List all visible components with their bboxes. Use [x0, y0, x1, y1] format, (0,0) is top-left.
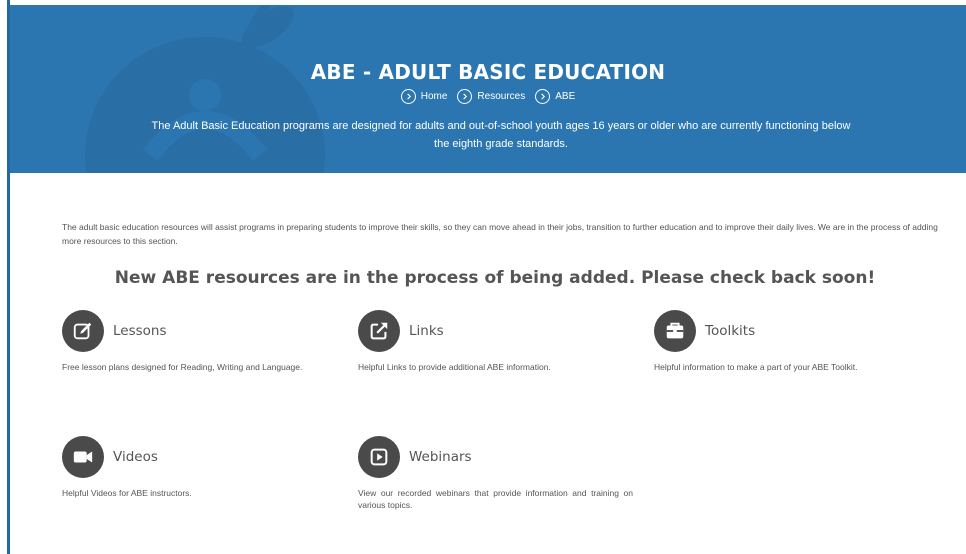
page-description: The Adult Basic Education programs are d… [151, 120, 851, 150]
edit-icon [62, 310, 104, 352]
video-camera-icon [62, 436, 104, 478]
chevron-right-circle-icon [400, 89, 416, 104]
card-title: Webinars [409, 449, 472, 465]
page-header-banner: ABE - ADULT BASIC EDUCATION Home Resourc… [10, 5, 966, 173]
card-title: Links [409, 323, 444, 339]
breadcrumb-label: ABE [555, 91, 576, 102]
toolkits-link[interactable]: Toolkits [654, 310, 929, 352]
resource-card-toolkits: Toolkits Helpful information to make a p… [654, 310, 929, 373]
breadcrumb: Home Resources ABE [10, 89, 966, 104]
breadcrumb-label: Home [420, 91, 448, 102]
resource-card-links: Links Helpful Links to provide additiona… [358, 310, 633, 373]
external-link-icon [358, 310, 400, 352]
resource-card-lessons: Lessons Free lesson plans designed for R… [62, 310, 337, 373]
resource-card-videos: Videos Helpful Videos for ABE instructor… [62, 436, 337, 499]
links-link[interactable]: Links [358, 310, 633, 352]
intro-text: The adult basic education resources will… [62, 222, 938, 246]
play-square-icon [358, 436, 400, 478]
card-description: Helpful Videos for ABE instructors. [62, 488, 192, 498]
card-description: Helpful information to make a part of yo… [654, 362, 858, 372]
page-title: ABE - ADULT BASIC EDUCATION [310, 60, 666, 84]
breadcrumb-resources[interactable]: Resources [457, 89, 525, 104]
resource-card-webinars: Webinars View our recorded webinars that… [358, 436, 633, 511]
card-title: Toolkits [705, 323, 756, 339]
card-title: Lessons [113, 323, 167, 339]
card-description: View our recorded webinars that provide … [358, 488, 633, 510]
card-description: Helpful Links to provide additional ABE … [358, 362, 551, 372]
lessons-link[interactable]: Lessons [62, 310, 337, 352]
breadcrumb-home[interactable]: Home [400, 89, 448, 104]
briefcase-icon [654, 310, 696, 352]
breadcrumb-label: Resources [477, 91, 526, 102]
videos-link[interactable]: Videos [62, 436, 337, 478]
chevron-right-circle-icon [535, 89, 551, 104]
notice-heading: New ABE resources are in the process of … [114, 268, 876, 288]
webinars-link[interactable]: Webinars [358, 436, 633, 478]
card-description: Free lesson plans designed for Reading, … [62, 362, 303, 372]
card-title: Videos [113, 449, 158, 465]
breadcrumb-abe[interactable]: ABE [535, 89, 575, 104]
chevron-right-circle-icon [457, 89, 473, 104]
